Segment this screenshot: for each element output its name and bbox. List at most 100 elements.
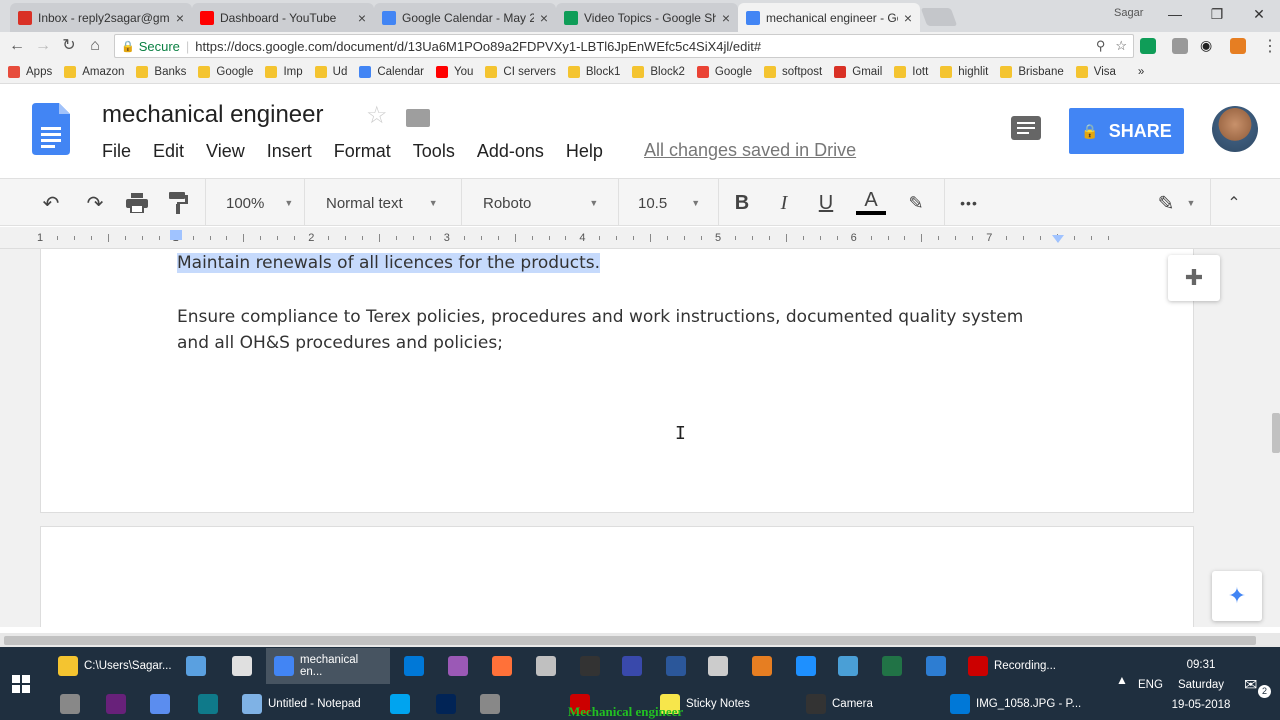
paragraph-line[interactable]: and all OH&S procedures and policies; xyxy=(177,330,503,356)
bookmark-item[interactable]: Brisbane xyxy=(1000,65,1064,78)
bookmark-item[interactable]: softpost xyxy=(763,65,822,78)
network-icon[interactable]: ▲ xyxy=(1116,673,1128,687)
bookmark-item[interactable]: Imp xyxy=(265,65,303,78)
taskbar-app[interactable]: IMG_1058.JPG - P... xyxy=(950,686,1081,720)
taskbar-app[interactable] xyxy=(198,686,224,720)
add-comment-icon[interactable]: ✚ xyxy=(1168,255,1220,301)
taskbar-app[interactable] xyxy=(436,686,462,720)
taskbar-app[interactable] xyxy=(622,648,648,684)
comments-icon[interactable] xyxy=(1011,116,1041,140)
chevron-down-icon[interactable]: ▼ xyxy=(1184,191,1198,215)
bookmark-item[interactable]: Block2 xyxy=(632,65,685,78)
drive-extension-icon[interactable] xyxy=(1140,38,1156,54)
bookmark-item[interactable]: Iott xyxy=(894,65,928,78)
back-icon[interactable]: ← xyxy=(6,36,28,56)
reload-icon[interactable]: ↻ xyxy=(58,36,80,56)
collapse-icon[interactable]: ⌃ xyxy=(1222,191,1246,215)
document-title[interactable]: mechanical engineer xyxy=(102,101,323,129)
taskbar-app[interactable] xyxy=(492,648,518,684)
horizontal-scrollbar[interactable] xyxy=(0,633,1280,647)
taskbar-app[interactable] xyxy=(186,648,212,684)
close-window-icon[interactable]: ✕ xyxy=(1238,0,1280,28)
paint-format-icon[interactable] xyxy=(166,191,192,215)
close-tab-icon[interactable]: × xyxy=(358,10,366,26)
browser-tab[interactable]: Video Topics - Google Sh × xyxy=(556,3,738,32)
bookmark-item[interactable]: highlit xyxy=(940,65,988,78)
underline-icon[interactable]: U xyxy=(814,191,838,215)
highlight-icon[interactable]: ✎ xyxy=(904,191,928,215)
font-dropdown[interactable]: Roboto ▼ xyxy=(470,191,610,215)
taskbar-app[interactable] xyxy=(150,686,176,720)
redo-icon[interactable]: ↷ xyxy=(82,191,108,215)
menu-help[interactable]: Help xyxy=(566,141,603,161)
taskbar-app[interactable] xyxy=(666,648,692,684)
selected-text[interactable]: Maintain renewals of all licences for th… xyxy=(177,253,601,273)
bookmark-item[interactable]: Gmail xyxy=(834,65,882,78)
browser-tab[interactable]: Google Calendar - May 2 × xyxy=(374,3,556,32)
star-icon[interactable]: ☆ xyxy=(366,101,388,130)
taskbar-app[interactable] xyxy=(580,648,606,684)
taskbar-app[interactable] xyxy=(838,648,864,684)
language-indicator[interactable]: ENG xyxy=(1138,679,1163,691)
vertical-scrollbar[interactable] xyxy=(1272,413,1280,453)
text-color-icon[interactable]: A xyxy=(856,190,886,215)
bookmark-item[interactable]: Google xyxy=(198,65,253,78)
taskbar-app[interactable] xyxy=(708,648,734,684)
taskbar-app[interactable]: Recording... xyxy=(968,648,1056,684)
profile-name[interactable]: Sagar xyxy=(1114,7,1143,19)
taskbar-app[interactable] xyxy=(404,648,430,684)
share-button[interactable]: 🔒 SHARE xyxy=(1069,108,1184,154)
ruler[interactable]: 11234567 xyxy=(0,227,1280,249)
taskbar-app[interactable] xyxy=(480,686,506,720)
paragraph-line[interactable]: Ensure compliance to Terex policies, pro… xyxy=(177,304,1023,330)
bookmark-item[interactable]: You xyxy=(436,65,473,78)
bookmark-item[interactable]: Amazon xyxy=(64,65,124,78)
menu-file[interactable]: File xyxy=(102,141,131,161)
taskbar-app[interactable] xyxy=(882,648,908,684)
bookmark-item[interactable]: Calendar xyxy=(359,65,424,78)
bold-icon[interactable]: B xyxy=(730,191,754,215)
clock-date[interactable]: 19-05-2018 xyxy=(1170,699,1232,711)
browser-tab[interactable]: Inbox - reply2sagar@gm × xyxy=(10,3,192,32)
bookmark-item[interactable]: Google xyxy=(696,65,752,78)
address-bar[interactable]: 🔒 Secure | https://docs.google.com/docum… xyxy=(114,34,1134,58)
bookmark-item[interactable]: Apps xyxy=(8,65,52,78)
editing-mode-icon[interactable]: ✎ xyxy=(1152,191,1180,215)
taskbar-app[interactable]: Untitled - Notepad xyxy=(242,686,361,720)
more-bookmarks-icon[interactable]: » xyxy=(1138,66,1144,78)
maximize-icon[interactable]: ❐ xyxy=(1196,0,1238,28)
docs-logo-icon[interactable] xyxy=(32,103,70,155)
font-size-dropdown[interactable]: 10.5 ▼ xyxy=(626,191,712,215)
new-tab-button[interactable] xyxy=(920,8,958,26)
bookmark-item[interactable]: Visa xyxy=(1075,65,1116,78)
right-margin-marker-icon[interactable] xyxy=(1052,235,1064,243)
clock-time[interactable]: 09:31 xyxy=(1170,659,1232,671)
print-icon[interactable] xyxy=(124,191,150,215)
bookmark-item[interactable]: Ud xyxy=(314,65,347,78)
bookmark-star-icon[interactable]: ☆ xyxy=(1115,38,1127,54)
avatar[interactable] xyxy=(1212,106,1258,152)
taskbar-app[interactable] xyxy=(106,686,132,720)
taskbar-app[interactable] xyxy=(60,686,86,720)
close-tab-icon[interactable]: × xyxy=(722,10,730,26)
fox-extension-icon[interactable] xyxy=(1230,38,1246,54)
chrome-menu-icon[interactable]: ⋮ xyxy=(1262,36,1278,56)
taskbar-app[interactable] xyxy=(752,648,778,684)
menu-edit[interactable]: Edit xyxy=(153,141,184,161)
browser-tab[interactable]: Dashboard - YouTube × xyxy=(192,3,374,32)
taskbar-app[interactable]: mechanical en... xyxy=(266,648,390,684)
scrollbar-thumb[interactable] xyxy=(4,636,1256,645)
zoom-icon[interactable]: ⚲ xyxy=(1096,38,1106,54)
taskbar-app[interactable] xyxy=(926,648,952,684)
taskbar-app[interactable]: Camera xyxy=(806,686,873,720)
menu-addons[interactable]: Add-ons xyxy=(477,141,544,161)
eye-extension-icon[interactable]: ◉ xyxy=(1200,37,1212,54)
close-tab-icon[interactable]: × xyxy=(176,10,184,26)
page[interactable]: Maintain renewals of all licences for th… xyxy=(40,249,1194,513)
zoom-dropdown[interactable]: 100% ▼ xyxy=(214,191,296,215)
windows-start-icon[interactable] xyxy=(12,675,30,693)
notification-icon[interactable]: ✉ xyxy=(1244,675,1257,695)
taskbar-app[interactable] xyxy=(390,686,416,720)
explore-icon[interactable]: ✦ xyxy=(1212,571,1262,621)
indent-marker-icon[interactable] xyxy=(170,230,182,240)
